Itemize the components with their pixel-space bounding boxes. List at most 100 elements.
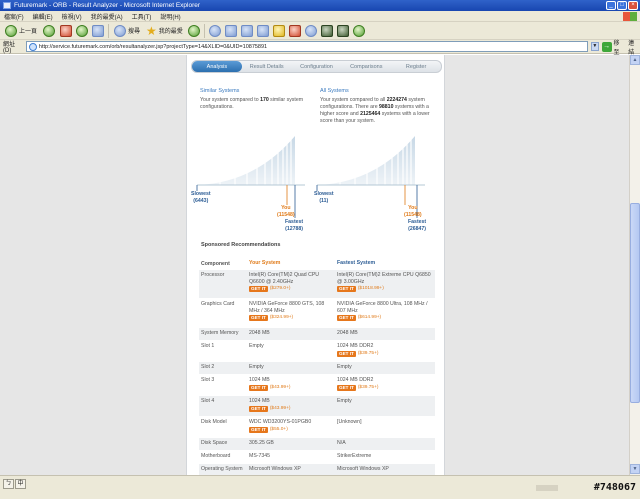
menu-tools[interactable]: 工具(T): [132, 12, 152, 21]
get-it-button[interactable]: GET IT ($614.99+): [337, 315, 381, 322]
get-it-button[interactable]: GET IT ($324.99+): [249, 315, 293, 322]
table-row: Slot 3 1024 MB GET IT ($43.99+) 1024 MB DDR2…: [199, 375, 435, 396]
scroll-down-icon[interactable]: ▼: [630, 464, 640, 474]
cell-fastest-system: Microsoft Windows XP: [337, 466, 389, 472]
vertical-scrollbar[interactable]: ▲ ▼: [629, 55, 640, 475]
all-fastest-marker: Fastest (26847): [408, 219, 427, 232]
search-button[interactable]: 搜尋: [113, 23, 141, 38]
refresh-icon[interactable]: [76, 24, 89, 37]
menu-file[interactable]: 檔案(F): [4, 12, 24, 21]
price-label: ($43.99+): [269, 405, 291, 411]
address-input[interactable]: http://service.futuremark.com/orb/result…: [25, 41, 588, 52]
extension-icon[interactable]: [336, 24, 349, 37]
mail-icon[interactable]: [208, 24, 221, 37]
media-icon[interactable]: [304, 24, 317, 37]
toolbar: 上一頁 搜尋 ★ 我的最愛: [0, 22, 640, 40]
address-bar: 網址(D) http://service.futuremark.com/orb/…: [0, 38, 640, 56]
cell-component: Graphics Card: [201, 301, 235, 307]
table-row: Graphics Card NVIDIA GeForce 8800 GTS, 10…: [199, 299, 435, 328]
tab-result-details[interactable]: Result Details: [242, 61, 292, 72]
close-button[interactable]: ×: [628, 1, 638, 10]
cell-your-system: MS-7345: [249, 453, 271, 459]
window-controls: _ □ ×: [606, 1, 638, 10]
get-it-button[interactable]: GET IT ($1018.99+): [337, 286, 384, 293]
table-row: Motherboard MS-7345 StrikerExtreme: [199, 451, 435, 464]
history-icon[interactable]: [187, 24, 200, 37]
get-it-button[interactable]: GET IT ($43.99+): [249, 385, 290, 392]
favorites-button[interactable]: ★ 我的最愛: [145, 23, 184, 38]
header-component: Component: [201, 260, 230, 267]
ie-icon: [3, 2, 11, 9]
cell-component: System Memory: [201, 330, 239, 336]
cell-your-system: NVIDIA GeForce 8800 GTS, 108 MHz / 364 M…: [249, 301, 325, 322]
cell-component: Slot 4: [201, 398, 215, 404]
cell-fastest-system: Empty: [337, 398, 352, 404]
messenger-icon[interactable]: [288, 24, 301, 37]
back-button[interactable]: 上一頁: [4, 23, 38, 38]
get-it-button[interactable]: GET IT ($39.75+): [337, 385, 378, 392]
cell-component: Motherboard: [201, 453, 231, 459]
cell-fastest-system: Intel(R) Core(TM)2 Extreme CPU Q6850 @ 3…: [337, 272, 431, 293]
get-it-button[interactable]: GET IT ($43.99+): [249, 406, 290, 413]
menu-edit[interactable]: 編輯(E): [33, 12, 53, 21]
get-it-button[interactable]: GET IT ($39.75+): [337, 351, 378, 358]
cell-component: Slot 3: [201, 377, 215, 383]
discuss-icon[interactable]: [256, 24, 269, 37]
print-icon[interactable]: [224, 24, 237, 37]
cell-fastest-system: 1024 MB DDR2 GET IT ($39.75+): [337, 377, 379, 392]
table-row: Slot 1 Empty 1024 MB DDR2 GET IT ($39.75+): [199, 341, 435, 362]
similar-you-marker: You (11548): [277, 205, 295, 218]
go-button[interactable]: → 移至: [601, 38, 625, 56]
price-label: ($39.75+): [357, 350, 379, 356]
star-icon: ★: [146, 23, 157, 38]
home-icon[interactable]: [92, 24, 105, 37]
ime-language-button[interactable]: 中: [15, 479, 26, 489]
cell-your-system: Microsoft Windows XP: [249, 466, 301, 472]
all-you-marker: You (11548): [404, 205, 422, 218]
minimize-button[interactable]: _: [606, 1, 616, 10]
header-fastest-system: Fastest System: [337, 260, 376, 267]
maximize-button[interactable]: □: [617, 1, 627, 10]
cell-fastest-system: [Unknown]: [337, 419, 362, 425]
similar-fastest-marker: Fastest (12788): [285, 219, 304, 232]
plugin-icon[interactable]: [352, 24, 365, 37]
similar-slowest-marker: Slowest (6443): [191, 191, 211, 204]
menu-bar: 檔案(F) 編輯(E) 檢視(V) 我的最愛(A) 工具(T) 說明(H): [0, 11, 640, 22]
cell-your-system: Empty: [249, 364, 264, 370]
price-label: ($324.99+): [269, 315, 294, 320]
cell-your-system: 305.25 GB: [249, 440, 274, 446]
menu-favorites[interactable]: 我的最愛(A): [91, 12, 123, 21]
get-it-button[interactable]: GET IT ($55.0+): [249, 427, 288, 434]
tab-configuration[interactable]: Configuration: [292, 61, 342, 72]
table-row: Slot 4 1024 MB GET IT ($43.99+) Empty: [199, 396, 435, 417]
address-label: 網址(D): [3, 42, 16, 54]
back-arrow-icon: [5, 24, 17, 37]
comparison-table: Component Your System Fastest System Pro…: [199, 258, 435, 475]
edit-icon[interactable]: [240, 24, 253, 37]
page-viewport: Analysis Result Details Configuration Co…: [0, 55, 629, 475]
ime-mode-button[interactable]: ㄅ: [3, 479, 14, 489]
table-row: Slot 2 Empty Empty: [199, 362, 435, 375]
all-slowest-marker: Slowest (11): [314, 191, 334, 204]
cell-component: Slot 2: [201, 364, 215, 370]
address-dropdown-icon[interactable]: ▼: [590, 42, 599, 51]
stop-icon[interactable]: [60, 24, 73, 37]
tab-register[interactable]: Register: [391, 61, 441, 72]
page-icon: [28, 43, 37, 51]
table-header: Component Your System Fastest System: [199, 258, 435, 270]
get-it-button[interactable]: GET IT ($279.0+): [249, 286, 290, 293]
gadget-icon[interactable]: [320, 24, 333, 37]
links-button[interactable]: 連結: [628, 38, 640, 56]
menu-help[interactable]: 說明(H): [160, 12, 180, 21]
tab-analysis[interactable]: Analysis: [192, 61, 242, 72]
forward-button[interactable]: [42, 23, 56, 38]
folder-icon[interactable]: [272, 24, 285, 37]
cell-your-system: 2048 MB: [249, 330, 270, 336]
tab-comparisons[interactable]: Comparisons: [341, 61, 391, 72]
cell-component: Disk Space: [201, 440, 228, 446]
security-zone-icon: [536, 485, 558, 491]
scroll-up-icon[interactable]: ▲: [630, 55, 640, 65]
price-label: ($279.0+): [269, 286, 291, 291]
menu-view[interactable]: 檢視(V): [62, 12, 82, 21]
scroll-thumb[interactable]: [630, 203, 640, 403]
